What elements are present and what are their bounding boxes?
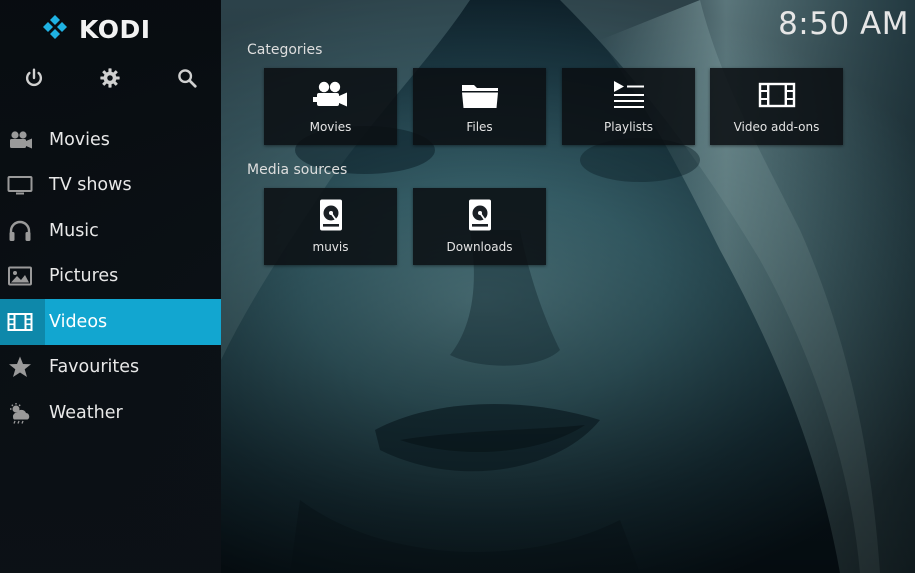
hard-drive-icon xyxy=(311,199,351,231)
sidebar-item-label: Movies xyxy=(49,129,110,150)
sidebar-item-label: TV shows xyxy=(49,175,132,196)
main-menu: Movies TV shows Music Pictures Videos Fa… xyxy=(0,117,221,436)
weather-icon xyxy=(7,401,33,425)
sidebar-item-pictures[interactable]: Pictures xyxy=(0,254,221,300)
category-tile-files[interactable]: Files xyxy=(413,68,546,145)
star-icon xyxy=(7,355,33,379)
sidebar-item-label: Weather xyxy=(49,402,123,423)
playlist-icon xyxy=(609,79,649,111)
source-tile-downloads[interactable]: Downloads xyxy=(413,188,546,265)
section-title-categories: Categories xyxy=(247,42,323,58)
sidebar: KODI Movies TV shows Music Pictures Vide… xyxy=(0,0,221,573)
hard-drive-icon xyxy=(460,199,500,231)
sidebar-item-label: Music xyxy=(49,220,99,241)
settings-button[interactable] xyxy=(97,65,123,91)
search-button[interactable] xyxy=(174,65,200,91)
tile-label: Video add-ons xyxy=(733,120,820,134)
power-button[interactable] xyxy=(21,65,47,91)
tile-label: Playlists xyxy=(604,120,653,134)
search-icon xyxy=(178,69,197,88)
section-title-media-sources: Media sources xyxy=(247,162,348,178)
power-icon xyxy=(25,68,43,87)
clock: 8:50 AM xyxy=(778,6,909,42)
sidebar-item-label: Videos xyxy=(49,311,108,332)
gear-icon xyxy=(100,68,120,88)
category-tile-movies[interactable]: Movies xyxy=(264,68,397,145)
tile-label: Files xyxy=(466,120,493,134)
sidebar-item-movies[interactable]: Movies xyxy=(0,117,221,163)
kodi-logo-text: KODI xyxy=(79,14,151,44)
sidebar-item-label: Pictures xyxy=(49,266,119,287)
film-strip-icon xyxy=(7,310,33,334)
sidebar-item-favourites[interactable]: Favourites xyxy=(0,345,221,391)
category-tile-playlists[interactable]: Playlists xyxy=(562,68,695,145)
tile-label: Movies xyxy=(309,120,352,134)
sidebar-item-weather[interactable]: Weather xyxy=(0,390,221,436)
sidebar-item-music[interactable]: Music xyxy=(0,208,221,254)
source-tile-muvis[interactable]: muvis xyxy=(264,188,397,265)
movie-camera-icon xyxy=(7,128,33,152)
tile-label: Downloads xyxy=(446,240,513,254)
movie-camera-icon xyxy=(311,79,351,111)
category-tile-video-add-ons[interactable]: Video add-ons xyxy=(710,68,843,145)
sidebar-item-videos[interactable]: Videos xyxy=(0,299,221,345)
film-strip-icon xyxy=(757,79,797,111)
sidebar-item-label: Favourites xyxy=(49,357,140,378)
kodi-home-screen: KODI Movies TV shows Music Pictures Vide… xyxy=(0,0,915,573)
picture-icon xyxy=(7,264,33,288)
tile-label: muvis xyxy=(312,240,349,254)
kodi-logo: KODI xyxy=(40,12,151,46)
tv-icon xyxy=(7,173,33,197)
folder-icon xyxy=(460,79,500,111)
sidebar-item-tv-shows[interactable]: TV shows xyxy=(0,163,221,209)
headphones-icon xyxy=(7,219,33,243)
kodi-logo-icon xyxy=(43,15,67,39)
